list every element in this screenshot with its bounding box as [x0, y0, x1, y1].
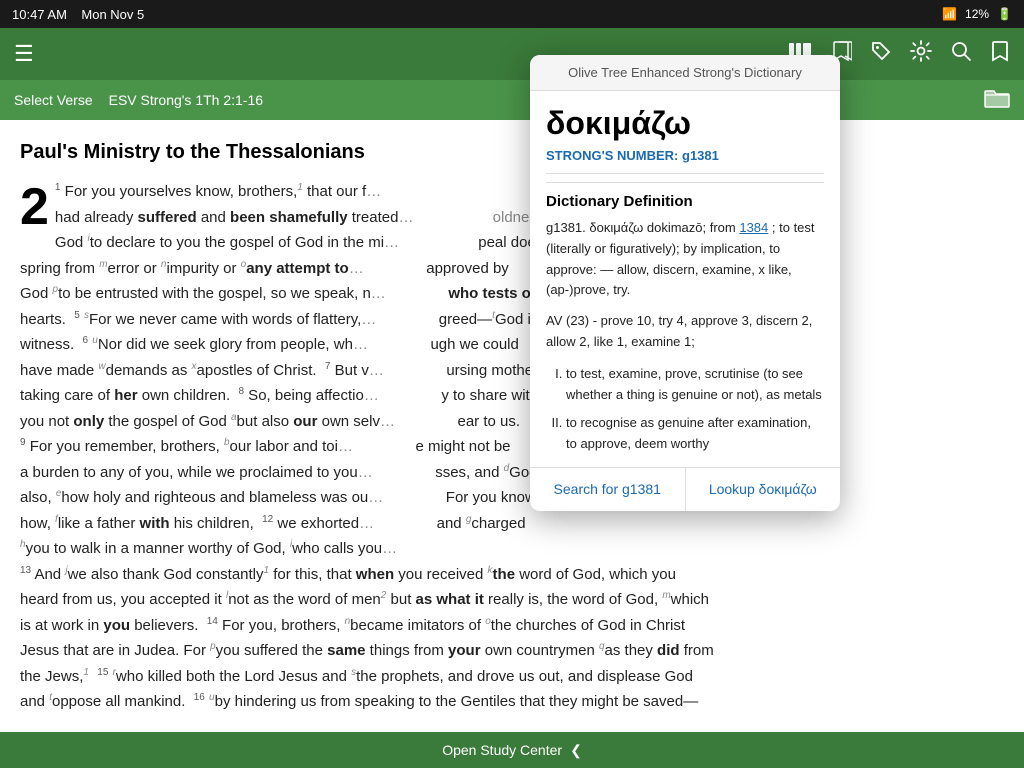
verse-num-1: 1 [55, 182, 61, 193]
strongs-label-text: STRONG'S NUMBER: [546, 148, 678, 163]
bottom-bar[interactable]: Open Study Center ❮ [0, 732, 1024, 768]
dict-header: Olive Tree Enhanced Strong's Dictionary [530, 55, 840, 91]
add-bookmark-icon[interactable] [990, 40, 1010, 68]
dict-def-body: g1381. δοκιμάζω dokimazō; from 1384 ; to… [546, 218, 824, 301]
select-verse-button[interactable]: Select Verse [14, 92, 93, 108]
dict-title: Olive Tree Enhanced Strong's Dictionary [568, 65, 802, 80]
search-strongs-button[interactable]: Search for g1381 [530, 468, 686, 511]
search-icon[interactable] [950, 40, 972, 68]
dict-list: to test, examine, prove, scrutinise (to … [546, 363, 824, 455]
dict-list-item-2: to recognise as genuine after examinatio… [566, 412, 824, 455]
dictionary-popup: Olive Tree Enhanced Strong's Dictionary … [530, 55, 840, 511]
def-body-text: g1381. δοκιμάζω dokimazō; from [546, 220, 736, 235]
folder-icon[interactable] [984, 87, 1010, 114]
status-time-date: 10:47 AM Mon Nov 5 [12, 7, 144, 22]
dict-av-text: AV (23) - prove 10, try 4, approve 3, di… [546, 311, 824, 353]
back-arrow-icon: ❮ [570, 742, 582, 759]
strongs-number[interactable]: g1381 [682, 148, 719, 163]
dict-body: δοκιμάζω STRONG'S NUMBER: g1381 Dictiona… [530, 91, 840, 455]
dict-def-title: Dictionary Definition [546, 182, 824, 210]
dict-greek-word: δοκιμάζω [546, 105, 824, 142]
status-date: Mon Nov 5 [81, 7, 144, 22]
status-time: 10:47 AM [12, 7, 67, 22]
battery-level: 12% [965, 7, 989, 21]
lookup-word-button[interactable]: Lookup δοκιμάζω [686, 468, 841, 511]
nav-right [984, 87, 1010, 114]
status-bar: 10:47 AM Mon Nov 5 📶 12% 🔋 [0, 0, 1024, 28]
dict-strongs-label: STRONG'S NUMBER: g1381 [546, 148, 824, 163]
wifi-icon: 📶 [942, 7, 957, 21]
passage-title: Paul's Ministry to the Thessalonians [20, 136, 1004, 169]
bible-content: Paul's Ministry to the Thessalonians 2 1… [0, 120, 1024, 732]
toolbar-left: ☰ [14, 41, 34, 67]
dict-list-item-1: to test, examine, prove, scrutinise (to … [566, 363, 824, 406]
dict-footer: Search for g1381 Lookup δοκιμάζω [530, 467, 840, 511]
settings-icon[interactable] [910, 40, 932, 68]
nav-reference: ESV Strong's 1Th 2:1-16 [109, 92, 263, 108]
tag-icon[interactable] [870, 40, 892, 68]
passage-text: 2 1 For you yourselves know, brothers,1 … [20, 179, 1004, 715]
open-study-center-label: Open Study Center [442, 742, 562, 758]
chapter-number: 2 [20, 181, 49, 233]
battery-icon: 🔋 [997, 7, 1012, 21]
def-link[interactable]: 1384 [739, 220, 768, 235]
menu-icon[interactable]: ☰ [14, 41, 34, 67]
top-toolbar: ☰ [0, 28, 1024, 80]
nav-bar: Select Verse ESV Strong's 1Th 2:1-16 [0, 80, 1024, 120]
status-indicators: 📶 12% 🔋 [942, 7, 1012, 21]
